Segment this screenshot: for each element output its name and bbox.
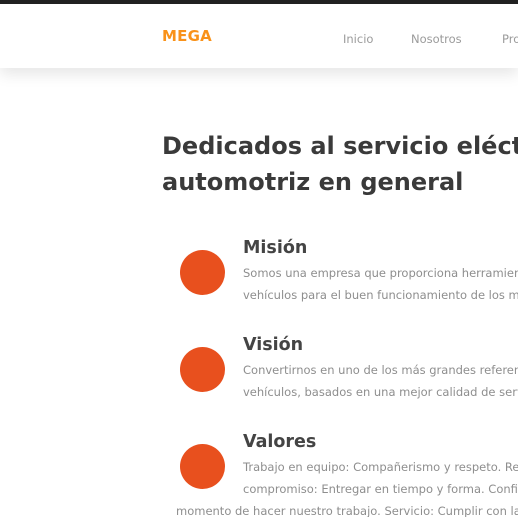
vision-text-line-1: Convertirnos en uno de los más grandes r… [243,363,518,377]
vision-title: Visión [243,335,304,355]
mision-title: Misión [243,238,308,258]
valores-text-line-3: momento de hacer nuestro trabajo. Servic… [176,504,518,517]
nav-link-nosotros[interactable]: Nosotros [411,32,462,46]
page-title-line-1: Dedicados al servicio eléctrico [162,132,518,160]
valores-text-line-1: Trabajo en equipo: Compañerismo y respet… [243,460,518,474]
nav-link-inicio[interactable]: Inicio [343,32,373,46]
page-title-line-2: automotriz en general [162,168,464,196]
valores-icon [180,444,225,489]
vision-icon [180,347,225,392]
page-title: Dedicados al servicio eléctrico automotr… [162,128,518,200]
mision-text-line-2: vehículos para el buen funcionamiento de… [243,288,518,302]
brand-logo[interactable]: MEGA [162,27,212,45]
valores-text-line-2: compromiso: Entregar en tiempo y forma. … [243,482,518,496]
mision-text-line-1: Somos una empresa que proporciona herram… [243,266,518,280]
nav-link-productos[interactable]: Pro [502,32,518,46]
vision-text-line-2: vehículos, basados en una mejor calidad … [243,385,518,399]
valores-title: Valores [243,432,317,452]
top-navbar: MEGA Inicio Nosotros Pro [0,0,518,68]
page: MEGA Inicio Nosotros Pro Dedicados al se… [0,0,518,517]
mision-icon [180,250,225,295]
